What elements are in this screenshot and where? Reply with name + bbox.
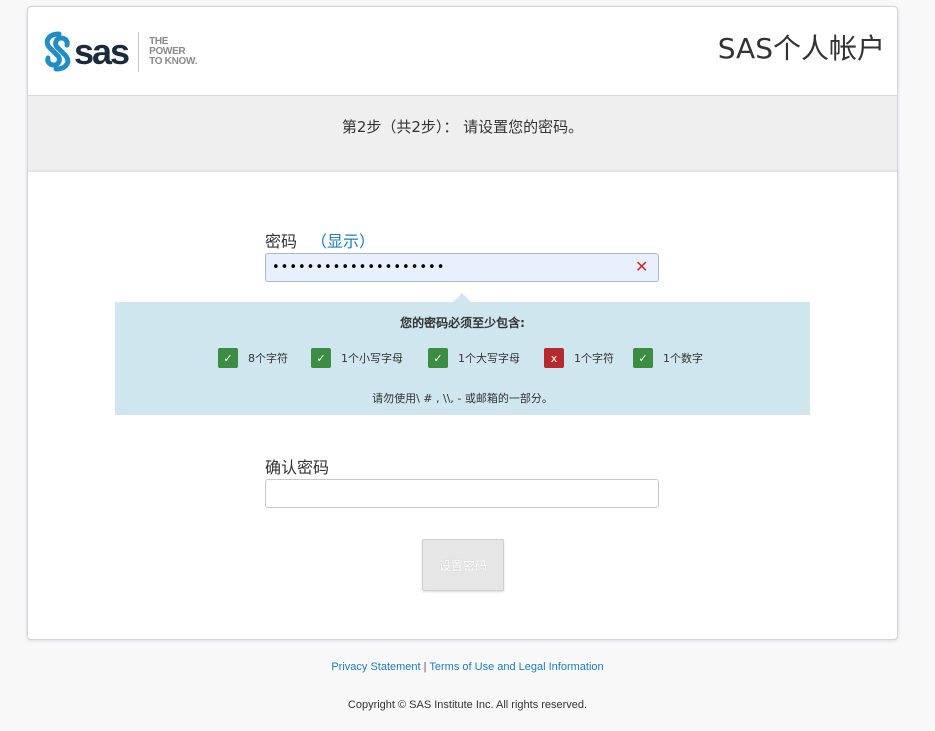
confirm-password-label: 确认密码	[265, 458, 330, 477]
password-input[interactable]	[265, 253, 659, 282]
password-requirements: 您的密码必须至少包含: ✓ 8个字符 ✓ 1个小写字母 ✓ 1个大写字母 x 1…	[115, 302, 810, 415]
footer-links: Privacy Statement | Terms of Use and Leg…	[0, 661, 935, 673]
copyright: Copyright © SAS Institute Inc. All right…	[347, 699, 588, 711]
show-password-link[interactable]: （显示）	[311, 232, 375, 251]
password-label-row: 密码 （显示）	[265, 228, 375, 252]
requirement-item: ✓ 1个大写字母	[428, 348, 520, 368]
logo-wordmark: sas	[74, 31, 130, 72]
account-card: sas THE POWER TO KNOW. SAS个人帐户 第2步（共2步）：…	[27, 6, 898, 640]
requirements-note: 请勿使用\ # , \\, - 或邮箱的一部分。	[372, 392, 553, 405]
logo-divider	[138, 32, 140, 72]
footer-separator: |	[423, 661, 427, 673]
requirement-item: ✓ 1个数字	[633, 348, 703, 368]
fail-icon: x	[544, 348, 564, 368]
tagline-line: TO KNOW.	[149, 56, 198, 67]
requirements-title: 您的密码必须至少包含:	[400, 316, 525, 330]
check-icon: ✓	[311, 348, 331, 368]
header: sas THE POWER TO KNOW. SAS个人帐户	[28, 7, 897, 96]
requirement-item: x 1个字符	[544, 348, 614, 368]
step-indicator: 第2步（共2步）： 请设置您的密码。	[341, 118, 584, 136]
close-icon[interactable]: ✕	[635, 257, 648, 276]
page-title: SAS个人帐户	[717, 32, 885, 65]
sas-logo-icon	[44, 31, 71, 72]
confirm-password-input[interactable]	[265, 479, 659, 508]
terms-of-use-link[interactable]: Terms of Use and Legal Information	[429, 661, 603, 673]
step-bar: 第2步（共2步）： 请设置您的密码。	[28, 96, 897, 172]
check-icon: ✓	[218, 348, 238, 368]
requirement-item: ✓ 1个小写字母	[311, 348, 403, 368]
check-icon: ✓	[633, 348, 653, 368]
privacy-statement-link[interactable]: Privacy Statement	[331, 661, 420, 673]
requirement-label: 8个字符	[248, 352, 288, 365]
requirement-label: 1个数字	[663, 352, 703, 365]
requirement-item: ✓ 8个字符	[218, 348, 288, 368]
check-icon: ✓	[428, 348, 448, 368]
sas-logo: sas THE POWER TO KNOW.	[42, 29, 197, 75]
requirement-label: 1个字符	[574, 352, 614, 365]
requirement-label: 1个小写字母	[341, 352, 403, 365]
set-password-button[interactable]: 设置密码	[422, 539, 504, 591]
password-label: 密码	[265, 232, 298, 251]
requirement-label: 1个大写字母	[458, 352, 520, 365]
tagline: THE POWER TO KNOW.	[149, 37, 197, 67]
